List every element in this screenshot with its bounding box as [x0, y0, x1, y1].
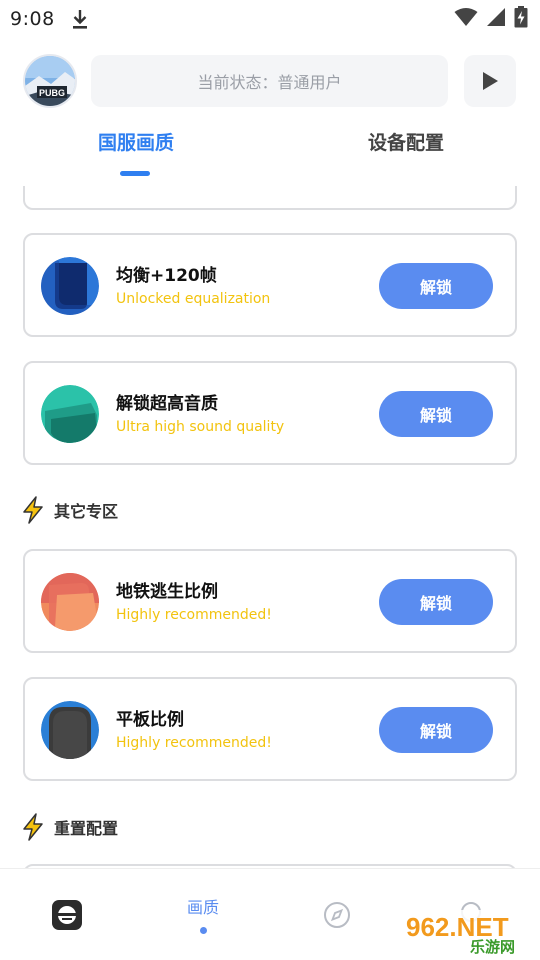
- list-item-partial: [23, 186, 517, 210]
- section-header-other: 其它专区: [22, 495, 118, 525]
- play-button[interactable]: [464, 55, 516, 107]
- signal-icon: [486, 7, 506, 31]
- status-bar: 9:08: [0, 0, 540, 38]
- card-subtitle: Unlocked equalization: [116, 291, 271, 307]
- blue-phone-icon: [41, 257, 99, 315]
- tab-national-quality[interactable]: 国服画质: [98, 128, 174, 155]
- status-time: 9:08: [10, 8, 55, 30]
- tab-indicator: [120, 171, 150, 176]
- download-icon: [71, 8, 89, 30]
- unlock-button[interactable]: 解锁: [379, 391, 493, 437]
- watermark-logo: 962.NET 乐游网: [400, 906, 534, 956]
- compass-icon: [324, 902, 350, 928]
- section-title: 其它专区: [54, 502, 119, 521]
- section-header-reset: 重置配置: [22, 812, 118, 842]
- avatar[interactable]: PUBG: [23, 54, 77, 108]
- list-item-metro-ratio: 地铁逃生比例 Highly recommended! 解锁: [23, 549, 517, 653]
- header: PUBG 当前状态：普通用户: [0, 52, 540, 108]
- app-logo-icon: [52, 900, 82, 930]
- lightning-icon: [23, 813, 43, 841]
- tab-bar: 国服画质 设备配置: [0, 128, 540, 180]
- nav-quality-label: 画质: [186, 898, 219, 917]
- unlock-button[interactable]: 解锁: [379, 263, 493, 309]
- play-icon: [483, 72, 498, 90]
- card-title: 地铁逃生比例: [116, 582, 218, 602]
- user-status-field: 当前状态：普通用户: [91, 55, 448, 107]
- card-subtitle: Highly recommended!: [116, 735, 272, 751]
- content-list[interactable]: 均衡+120帧 Unlocked equalization 解锁 解锁超高音质 …: [0, 186, 540, 868]
- card-subtitle: Highly recommended!: [116, 607, 272, 623]
- list-item-tablet-ratio: 平板比例 Highly recommended! 解锁: [23, 677, 517, 781]
- tab-device-config[interactable]: 设备配置: [368, 128, 444, 155]
- avatar-logo-text: PUBG: [39, 88, 65, 98]
- watermark-text-bottom: 乐游网: [470, 938, 515, 956]
- nav-home[interactable]: [30, 869, 104, 960]
- nav-active-dot: [200, 927, 207, 934]
- card-title: 均衡+120帧: [116, 266, 217, 286]
- lightning-icon: [23, 496, 43, 524]
- card-title: 解锁超高音质: [116, 394, 218, 414]
- nav-discover[interactable]: [300, 869, 374, 960]
- list-item-ultra-sound: 解锁超高音质 Ultra high sound quality 解锁: [23, 361, 517, 465]
- teal-layers-icon: [41, 385, 99, 443]
- user-status-text: 当前状态：普通用户: [197, 73, 342, 92]
- card-title: 平板比例: [116, 710, 184, 730]
- wifi-icon: [454, 7, 478, 31]
- list-item-balanced-120fps: 均衡+120帧 Unlocked equalization 解锁: [23, 233, 517, 337]
- orange-layers-icon: [41, 573, 99, 631]
- dark-tablet-icon: [41, 701, 99, 759]
- unlock-button[interactable]: 解锁: [379, 707, 493, 753]
- nav-quality[interactable]: 画质: [166, 869, 240, 960]
- unlock-button[interactable]: 解锁: [379, 579, 493, 625]
- section-title: 重置配置: [54, 819, 119, 838]
- battery-charging-icon: [514, 6, 528, 32]
- card-subtitle: Ultra high sound quality: [116, 419, 285, 435]
